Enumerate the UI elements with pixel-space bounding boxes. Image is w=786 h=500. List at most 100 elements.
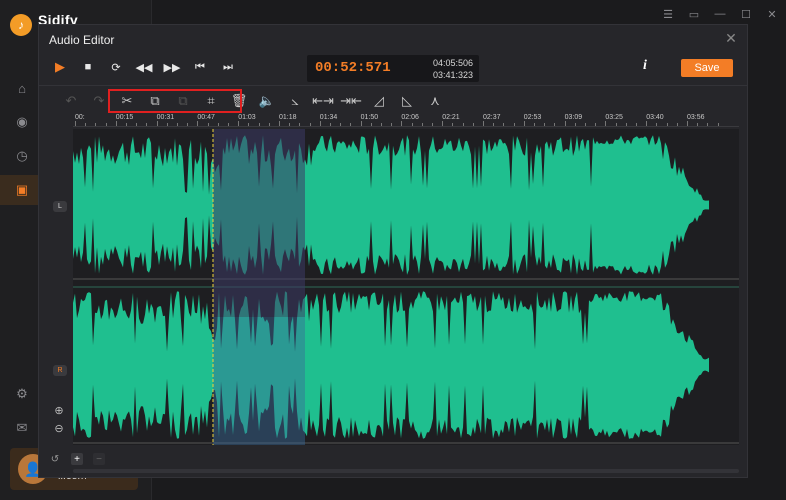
maximize-icon[interactable]: ☐ bbox=[738, 6, 754, 22]
timeline-tick bbox=[493, 123, 495, 126]
mail-icon[interactable]: ✉ bbox=[14, 420, 30, 436]
timeline-tick bbox=[330, 123, 331, 126]
skip-end-icon[interactable]: ⏭ bbox=[221, 59, 235, 75]
zoom-in-icon[interactable]: ⊕ bbox=[52, 403, 66, 417]
timeline-tick bbox=[115, 121, 117, 126]
timeline-tick-label: 02:53 bbox=[523, 114, 542, 121]
selection-region[interactable] bbox=[213, 129, 305, 317]
timeline-tick bbox=[126, 123, 127, 126]
right-channel-label: R bbox=[53, 365, 67, 376]
window-controls: ☰ ▭ — ☐ ✕ bbox=[660, 6, 780, 22]
timeline-tick bbox=[544, 123, 546, 126]
left-channel-waveform bbox=[73, 135, 709, 275]
timeline-tick-label: 00:31 bbox=[156, 114, 175, 121]
selection-region-lower[interactable] bbox=[213, 317, 305, 445]
timeline-tick bbox=[503, 123, 505, 126]
timeline-tick bbox=[340, 123, 342, 126]
timeline-tick-label: 02:37 bbox=[483, 114, 501, 121]
fade-in-icon[interactable]: ◿ bbox=[365, 91, 393, 111]
timeline-tick bbox=[268, 123, 270, 126]
timeline-tick bbox=[595, 123, 597, 126]
music-icon[interactable]: ◉ bbox=[14, 114, 30, 130]
timeline-tick bbox=[666, 123, 668, 126]
divider bbox=[39, 85, 747, 86]
mini-mode-icon[interactable]: ▭ bbox=[686, 6, 702, 22]
timeline-tick bbox=[401, 121, 403, 126]
timeline-tick-label: 00: bbox=[75, 114, 85, 121]
left-channel-label: L bbox=[53, 201, 67, 212]
timeline-ruler[interactable]: 00: 00:15 00:31 00:47 01:03 01:18 01:34 01:50 02… bbox=[73, 113, 739, 127]
timeline-tick bbox=[105, 123, 107, 126]
stop-icon[interactable]: ■ bbox=[81, 59, 95, 75]
timeline-tick bbox=[197, 121, 199, 126]
timeline-tick bbox=[360, 121, 362, 126]
split-icon[interactable]: ⋏ bbox=[421, 91, 449, 111]
transport-controls: ▶ ■ ⟳ ◀◀ ▶▶ ⏮ ⏭ bbox=[53, 59, 235, 75]
horizontal-scrollbar[interactable] bbox=[73, 469, 739, 473]
timeline-tick bbox=[636, 123, 637, 126]
save-button[interactable]: Save bbox=[681, 59, 733, 77]
timeline-tick bbox=[574, 123, 576, 126]
timeline-tick bbox=[177, 123, 178, 126]
undo-icon[interactable]: ↶ bbox=[57, 91, 85, 111]
total-time: 04:05:506 03:41:323 bbox=[433, 57, 473, 81]
loop-icon[interactable]: ⟳ bbox=[109, 59, 123, 75]
amplify-icon[interactable]: ⦣ bbox=[281, 91, 309, 111]
timeline-tick-label: 03:09 bbox=[564, 114, 583, 121]
timeline-tick bbox=[554, 123, 556, 126]
volume-icon[interactable]: 🔈 bbox=[253, 91, 281, 111]
timeline-tick-label: 00:47 bbox=[197, 114, 215, 121]
add-icon[interactable]: + bbox=[71, 453, 83, 465]
home-icon[interactable]: ⌂ bbox=[14, 80, 30, 96]
history-icon[interactable]: ◷ bbox=[14, 148, 30, 164]
timeline-tick bbox=[370, 123, 372, 126]
timeline-tick bbox=[248, 123, 250, 126]
menu-icon[interactable]: ☰ bbox=[660, 6, 676, 22]
timeline-tick-label: 03:25 bbox=[605, 114, 623, 121]
timeline-tick bbox=[146, 123, 148, 126]
play-icon[interactable]: ▶ bbox=[53, 59, 67, 75]
reset-icon[interactable]: ↺ bbox=[49, 453, 61, 465]
minimize-icon[interactable]: — bbox=[712, 6, 728, 22]
timeline-tick bbox=[207, 123, 209, 126]
timeline-tick bbox=[707, 123, 709, 126]
info-button[interactable]: i bbox=[643, 58, 653, 74]
skip-start-icon[interactable]: ⏮ bbox=[193, 59, 207, 75]
rewind-icon[interactable]: ◀◀ bbox=[136, 59, 153, 75]
timeline-tick bbox=[513, 123, 515, 126]
timeline-tick bbox=[258, 123, 260, 126]
timeline-tick bbox=[656, 123, 658, 126]
timeline-tick bbox=[75, 121, 76, 126]
timeline-tick bbox=[452, 123, 454, 126]
total-time-2: 03:41:323 bbox=[432, 70, 473, 80]
timeline-tick bbox=[279, 121, 280, 126]
current-time: 00:52:571 bbox=[315, 60, 391, 76]
timeline-tick bbox=[421, 123, 423, 126]
close-icon[interactable]: ✕ bbox=[764, 6, 780, 22]
timeline-tick bbox=[605, 121, 607, 126]
timeline-tick bbox=[442, 121, 444, 126]
compress-icon[interactable]: ⇤⇥ bbox=[309, 91, 337, 111]
timeline-tick-label: 00:15 bbox=[115, 114, 134, 121]
toolbox-icon: ▣ bbox=[15, 182, 29, 197]
timeline-tick bbox=[534, 123, 535, 126]
zoom-out-icon[interactable]: ⊖ bbox=[52, 421, 66, 435]
total-time-1: 04:05:506 bbox=[432, 58, 473, 68]
timeline-tick bbox=[717, 123, 719, 126]
remove-icon[interactable]: − bbox=[93, 453, 105, 465]
expand-icon[interactable]: ⇥⇤ bbox=[337, 91, 365, 111]
time-display: 00:52:571 04:05:506 03:41:323 bbox=[307, 55, 479, 82]
timeline-tick bbox=[411, 123, 413, 126]
timeline-tick bbox=[483, 121, 484, 126]
waveform-area[interactable] bbox=[73, 129, 739, 445]
timeline-tick-label: 01:03 bbox=[238, 114, 256, 121]
timeline-tick bbox=[676, 123, 678, 126]
settings-icon[interactable]: ⚙ bbox=[14, 386, 30, 402]
timeline-tick bbox=[309, 123, 311, 126]
timeline-tick bbox=[228, 123, 229, 126]
dialog-close-icon[interactable]: ✕ bbox=[723, 30, 739, 46]
timeline-tick-label: 01:34 bbox=[319, 114, 338, 121]
timeline-tick-label: 01:18 bbox=[279, 114, 297, 121]
fast-forward-icon[interactable]: ▶▶ bbox=[164, 59, 181, 75]
fade-out-icon[interactable]: ◺ bbox=[393, 91, 421, 111]
